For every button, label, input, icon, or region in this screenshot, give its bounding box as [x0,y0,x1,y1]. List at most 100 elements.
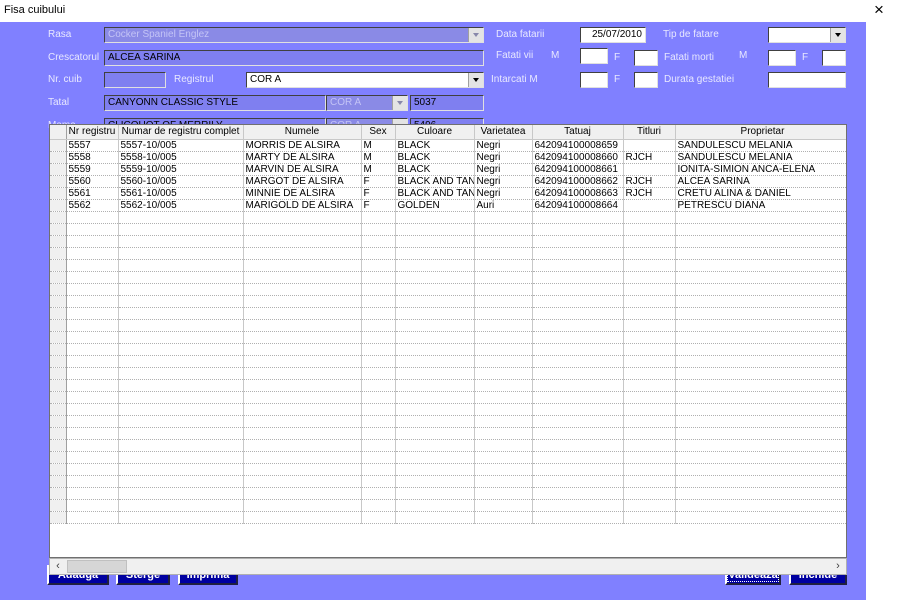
table-cell[interactable] [66,391,119,404]
table-cell[interactable] [675,403,846,416]
table-cell[interactable] [395,427,475,440]
empty-row[interactable] [50,331,846,344]
table-cell[interactable] [395,511,475,524]
table-cell[interactable] [675,391,846,404]
table-cell[interactable]: F [361,199,396,212]
row-selector[interactable] [50,163,67,176]
table-cell[interactable] [243,475,362,488]
table-cell[interactable] [675,475,846,488]
scroll-right-icon[interactable]: › [830,559,846,574]
table-cell[interactable] [66,511,119,524]
table-cell[interactable]: MARTY DE ALSIRA [243,151,362,164]
table-cell[interactable] [118,511,244,524]
table-cell[interactable] [532,499,624,512]
table-cell[interactable] [675,223,846,236]
table-cell[interactable] [675,439,846,452]
table-cell[interactable] [118,403,244,416]
durata-field[interactable] [768,72,846,88]
table-cell[interactable] [623,403,676,416]
table-cell[interactable] [675,343,846,356]
empty-row[interactable] [50,295,846,308]
table-cell[interactable] [361,271,396,284]
table-cell[interactable] [361,427,396,440]
table-row[interactable]: 5559 5559-10/005 MARVIN DE ALSIRA M BLACK Neg… [50,163,846,176]
table-cell[interactable] [474,367,533,380]
table-cell[interactable] [243,319,362,332]
table-cell[interactable] [361,463,396,476]
table-cell[interactable] [532,415,624,428]
row-selector[interactable] [50,355,67,368]
table-cell[interactable] [395,487,475,500]
table-cell[interactable]: 5558-10/005 [118,151,244,164]
table-cell[interactable] [361,283,396,296]
table-cell[interactable] [675,427,846,440]
table-cell[interactable] [243,331,362,344]
table-cell[interactable]: 5559-10/005 [118,163,244,176]
empty-row[interactable] [50,355,846,368]
table-cell[interactable] [474,307,533,320]
table-cell[interactable] [118,307,244,320]
table-cell[interactable] [66,271,119,284]
table-cell[interactable]: M [361,163,396,176]
table-cell[interactable] [66,295,119,308]
table-cell[interactable] [675,331,846,344]
table-cell[interactable]: RJCH [623,175,676,188]
row-selector[interactable] [50,391,67,404]
row-selector[interactable] [50,511,67,524]
table-cell[interactable] [395,307,475,320]
table-cell[interactable] [623,163,676,176]
table-cell[interactable] [66,499,119,512]
fatati-morti-f-field[interactable] [822,50,846,66]
tip-fatare-dropdown-icon[interactable] [830,28,845,42]
table-cell[interactable] [118,391,244,404]
table-cell[interactable] [118,463,244,476]
table-cell[interactable] [243,247,362,260]
table-cell[interactable] [532,331,624,344]
grid-header-numele[interactable]: Numele [243,125,362,140]
table-cell[interactable] [361,439,396,452]
table-cell[interactable] [532,403,624,416]
table-cell[interactable]: 5558 [66,151,119,164]
table-cell[interactable] [243,223,362,236]
row-selector[interactable] [50,283,67,296]
table-cell[interactable] [532,211,624,224]
table-cell[interactable] [675,211,846,224]
table-cell[interactable] [395,499,475,512]
table-cell[interactable] [532,259,624,272]
table-cell[interactable] [243,403,362,416]
table-cell[interactable] [66,463,119,476]
table-cell[interactable] [361,499,396,512]
table-cell[interactable]: F [361,175,396,188]
row-selector[interactable] [50,139,67,152]
table-cell[interactable] [66,331,119,344]
table-cell[interactable]: MARGOT DE ALSIRA [243,175,362,188]
table-cell[interactable] [118,235,244,248]
table-cell[interactable] [395,391,475,404]
fatati-morti-m-field[interactable] [768,50,796,66]
table-cell[interactable] [66,307,119,320]
table-cell[interactable] [675,355,846,368]
table-cell[interactable] [395,475,475,488]
table-cell[interactable] [395,343,475,356]
registrul-dropdown-icon[interactable] [468,73,483,87]
table-cell[interactable] [474,355,533,368]
table-cell[interactable]: Negri [474,151,533,164]
table-cell[interactable]: F [361,187,396,200]
table-cell[interactable] [474,427,533,440]
table-cell[interactable] [675,367,846,380]
table-cell[interactable] [118,367,244,380]
table-cell[interactable]: Negri [474,187,533,200]
table-cell[interactable] [243,271,362,284]
row-selector[interactable] [50,415,67,428]
table-cell[interactable]: 642094100008660 [532,151,624,164]
table-cell[interactable] [532,391,624,404]
table-cell[interactable] [532,247,624,260]
table-cell[interactable] [474,487,533,500]
table-cell[interactable] [675,307,846,320]
table-cell[interactable]: Negri [474,175,533,188]
table-cell[interactable] [118,451,244,464]
table-cell[interactable] [675,487,846,500]
empty-row[interactable] [50,235,846,248]
table-cell[interactable] [361,331,396,344]
table-cell[interactable]: BLACK [395,163,475,176]
